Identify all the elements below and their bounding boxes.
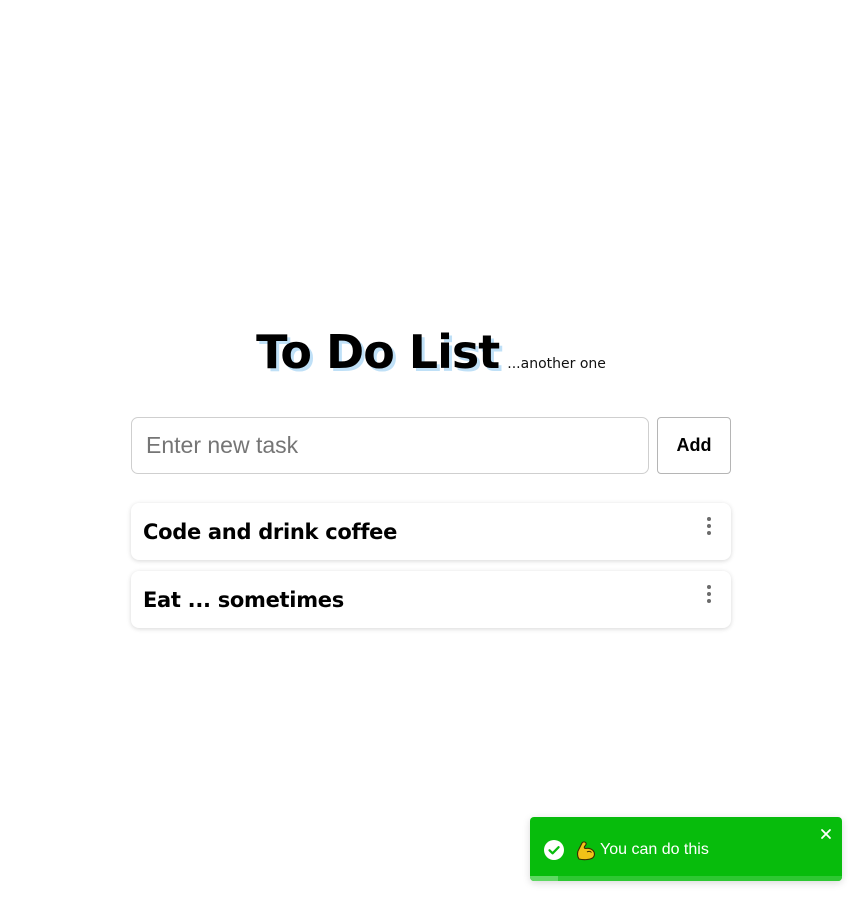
- toast-progress-bar: [558, 876, 842, 881]
- success-toast[interactable]: You can do this: [530, 817, 842, 881]
- task-list: Code and drink coffee Eat ... sometimes: [131, 503, 731, 639]
- header: To Do List ...another one: [0, 320, 862, 384]
- flexed-biceps-icon: [576, 841, 595, 861]
- check-circle-icon: [544, 840, 564, 860]
- more-options-icon[interactable]: [699, 512, 719, 540]
- task-text: Eat ... sometimes: [143, 587, 344, 612]
- new-task-input[interactable]: [131, 417, 649, 474]
- toast-progress-track: [530, 876, 842, 881]
- task-item[interactable]: Eat ... sometimes: [131, 571, 731, 628]
- todo-app: To Do List ...another one Add Code and d…: [0, 0, 862, 917]
- task-item[interactable]: Code and drink coffee: [131, 503, 731, 560]
- more-options-icon[interactable]: [699, 580, 719, 608]
- page-title: To Do List: [256, 325, 500, 379]
- task-text: Code and drink coffee: [143, 519, 398, 544]
- toast-message: You can do this: [600, 841, 709, 858]
- page-subtitle: ...another one: [507, 356, 606, 372]
- close-icon[interactable]: [819, 827, 833, 841]
- new-task-form: Add: [131, 417, 731, 474]
- add-task-button[interactable]: Add: [657, 417, 731, 474]
